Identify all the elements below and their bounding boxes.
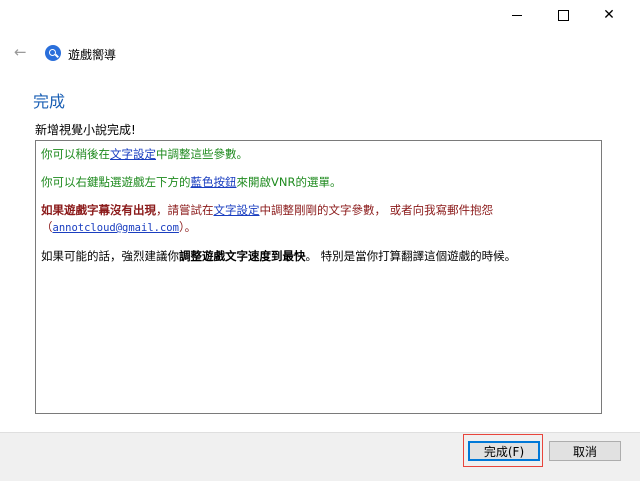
minimize-button[interactable] xyxy=(494,0,540,30)
minimize-icon xyxy=(512,14,522,16)
page-title: 完成 xyxy=(33,92,66,111)
window-titlebar: ✕ xyxy=(0,0,640,30)
wizard-title: 遊戲嚮導 xyxy=(68,48,117,62)
back-arrow-icon[interactable]: ← xyxy=(14,44,30,60)
info-paragraph-1: 你可以稍後在文字設定中調整這些參數。 xyxy=(41,147,248,161)
close-button[interactable]: ✕ xyxy=(586,0,632,30)
info-paragraph-2: 你可以右鍵點選遊戲左下方的藍色按鈕來開啟VNR的選單。 xyxy=(41,175,342,189)
cancel-button[interactable]: 取消 xyxy=(549,441,621,461)
close-icon: ✕ xyxy=(603,7,615,23)
blue-button-link[interactable]: 藍色按鈕 xyxy=(191,175,237,189)
info-text-box[interactable]: 你可以稍後在文字設定中調整這些參數。 你可以右鍵點選遊戲左下方的藍色按鈕來開啟V… xyxy=(35,140,602,414)
maximize-icon xyxy=(557,9,569,21)
info-paragraph-3: 如果遊戲字幕沒有出現，請嘗試在文字設定中調整剛剛的文字參數， 或者向我寫郵件抱怨… xyxy=(41,203,494,234)
text-settings-link-2[interactable]: 文字設定 xyxy=(214,203,260,217)
finish-button[interactable]: 完成(F) xyxy=(468,441,540,461)
wizard-header: ← 遊戲嚮導 xyxy=(0,38,640,70)
search-magnifier-icon xyxy=(45,45,61,61)
maximize-button[interactable] xyxy=(540,0,586,30)
text-settings-link[interactable]: 文字設定 xyxy=(110,147,156,161)
info-paragraph-4: 如果可能的話，強烈建議你調整遊戲文字速度到最快。 特別是當你打算翻譯這個遊戲的時… xyxy=(41,249,517,263)
email-link[interactable]: annotcloud@gmail.com xyxy=(53,222,179,234)
button-bar xyxy=(0,432,640,481)
page-subtitle: 新增視覺小說完成! xyxy=(35,123,136,137)
